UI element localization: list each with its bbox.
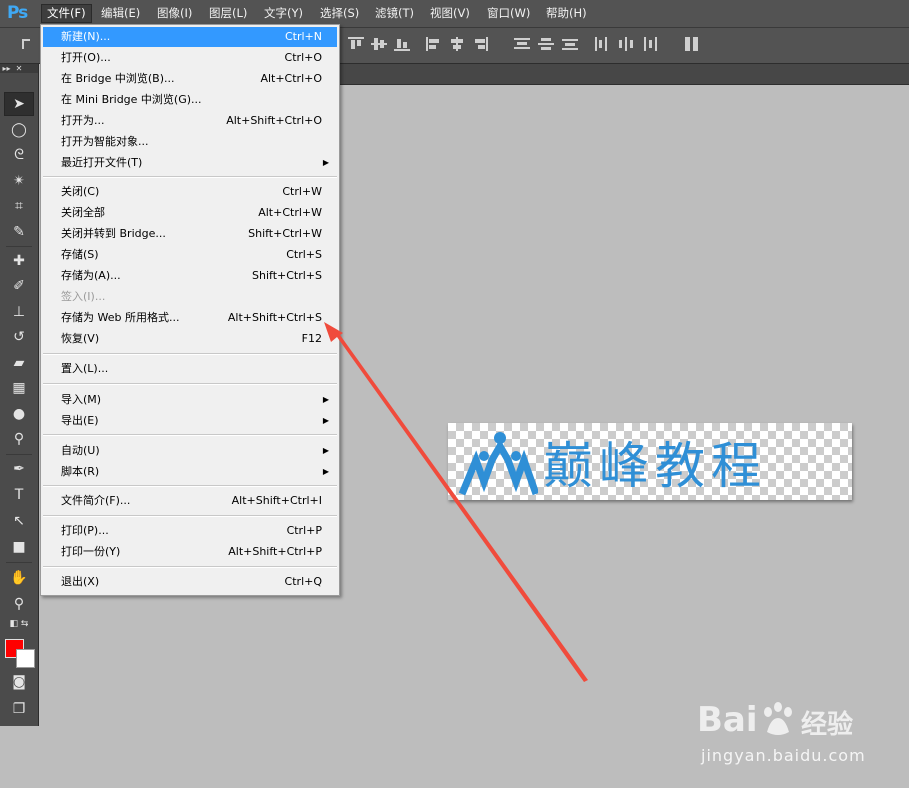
baidu-paw-icon	[764, 702, 792, 735]
baidu-logo: Bai	[697, 700, 758, 740]
baidu-jingyan-watermark: Bai 经验 jingyan.baidu.com	[697, 700, 867, 770]
annotation-arrow	[324, 322, 588, 682]
annotation-arrow-shape	[324, 322, 588, 682]
baidu-jingyan-label: 经验	[801, 710, 854, 740]
baidu-url: jingyan.baidu.com	[701, 746, 866, 765]
